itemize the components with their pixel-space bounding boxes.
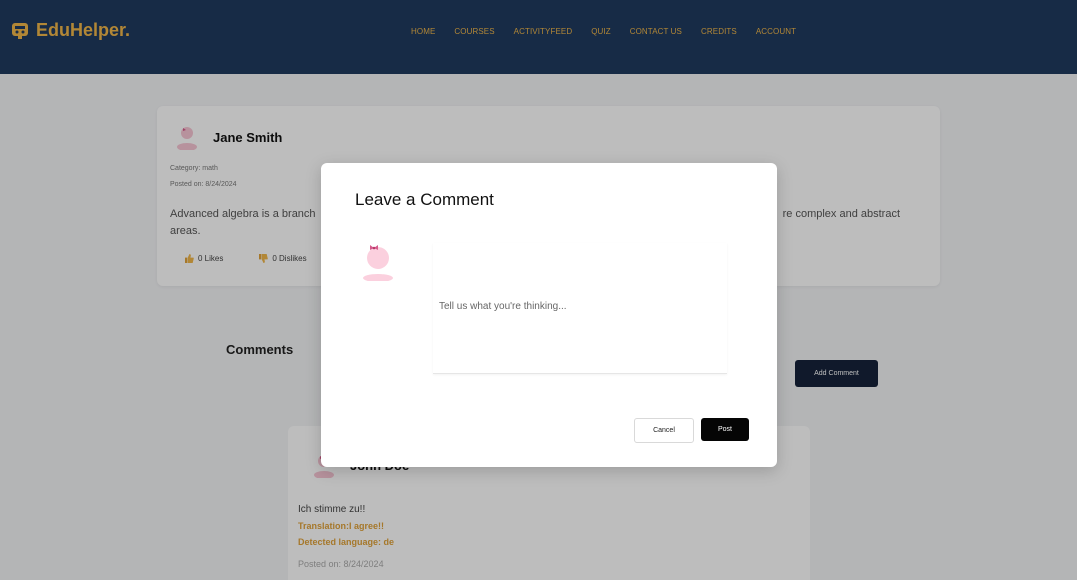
post-button[interactable]: Post: [701, 418, 749, 441]
leave-comment-modal: Leave a Comment Cancel Post: [321, 163, 777, 467]
cancel-button[interactable]: Cancel: [634, 418, 694, 443]
avatar: [363, 245, 393, 281]
comment-textarea[interactable]: [433, 243, 727, 374]
modal-title: Leave a Comment: [355, 190, 494, 209]
